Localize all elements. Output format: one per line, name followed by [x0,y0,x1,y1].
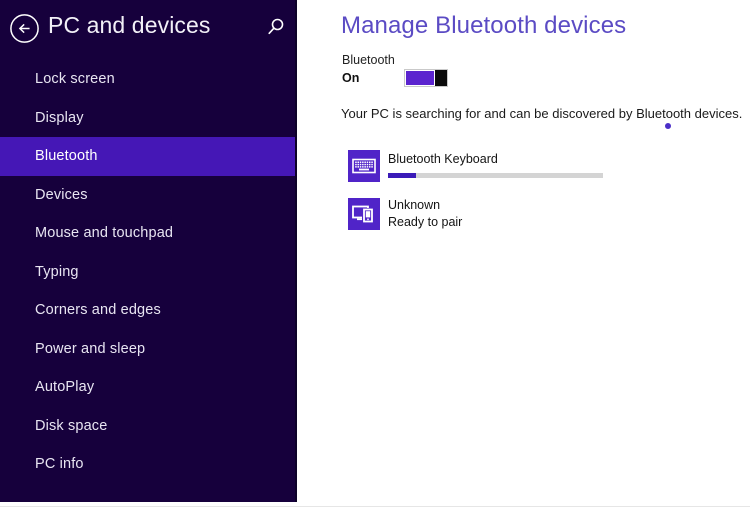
pc-settings-window: PC and devices Lock screen Display Bluetoo… [0,0,750,507]
bluetooth-toggle-switch[interactable] [404,69,448,87]
sidebar-item-label: Typing [35,263,79,280]
device-name: Unknown [388,198,441,212]
sidebar-item-label: Mouse and touchpad [35,225,174,242]
sidebar-item-mouse-and-touchpad[interactable]: Mouse and touchpad [0,214,297,253]
page-title: PC and devices [48,12,211,38]
monitor-phone-icon [352,205,373,223]
sidebar-item-pc-info[interactable]: PC info [0,445,297,484]
toggle-thumb[interactable] [435,70,447,86]
sidebar-item-devices[interactable]: Devices [0,176,297,215]
bluetooth-section-label: Bluetooth [342,53,395,67]
sidebar-nav-list: Lock screen Display Bluetooth Devices Mouse … [0,60,297,484]
sidebar-item-corners-and-edges[interactable]: Corners and edges [0,291,297,330]
bluetooth-toggle-state-label: On [342,71,360,85]
device-icon-tile [348,198,380,230]
bluetooth-device-list: Bluetooth Keyboard Unknown Ready to pair [299,148,750,244]
device-icon-tile [348,150,380,182]
device-name: Bluetooth Keyboard [388,152,498,166]
sidebar-item-label: Disk space [35,417,108,434]
sidebar-item-label: PC info [35,456,84,473]
sidebar-edge [295,0,297,502]
sidebar-item-label: Lock screen [35,71,115,88]
sidebar-item-display[interactable]: Display [0,99,297,138]
bluetooth-status-text: Your PC is searching for and can be disc… [341,106,743,121]
device-pairing-progress-bar [388,173,603,178]
sidebar-item-power-and-sleep[interactable]: Power and sleep [0,330,297,369]
sidebar-item-label: Bluetooth [35,148,98,165]
toggle-track-fill [406,71,434,85]
sidebar-item-label: Display [35,109,84,126]
device-list-item[interactable]: Unknown Ready to pair [299,196,750,244]
sidebar-item-label: AutoPlay [35,379,95,396]
content-heading: Manage Bluetooth devices [341,12,627,39]
sidebar-item-autoplay[interactable]: AutoPlay [0,368,297,407]
sidebar-header: PC and devices [0,0,297,57]
search-button[interactable] [264,15,288,41]
sidebar: PC and devices Lock screen Display Bluetoo… [0,0,297,502]
window-bottom-edge [0,502,750,507]
sidebar-item-label: Corners and edges [35,302,161,319]
back-button[interactable] [9,13,40,44]
sidebar-item-lock-screen[interactable]: Lock screen [0,60,297,99]
sidebar-item-typing[interactable]: Typing [0,253,297,292]
searching-progress-dot-icon [665,123,671,129]
device-status-subtitle: Ready to pair [388,215,463,229]
progress-fill [388,173,416,178]
sidebar-item-disk-space[interactable]: Disk space [0,407,297,446]
main-content: Manage Bluetooth devices Bluetooth On Yo… [299,0,750,507]
keyboard-icon [352,158,376,174]
sidebar-item-label: Power and sleep [35,340,146,357]
back-arrow-icon [10,14,39,43]
sidebar-item-label: Devices [35,186,88,203]
sidebar-item-bluetooth[interactable]: Bluetooth [0,137,296,176]
device-list-item[interactable]: Bluetooth Keyboard [299,148,750,196]
search-icon [268,18,284,35]
